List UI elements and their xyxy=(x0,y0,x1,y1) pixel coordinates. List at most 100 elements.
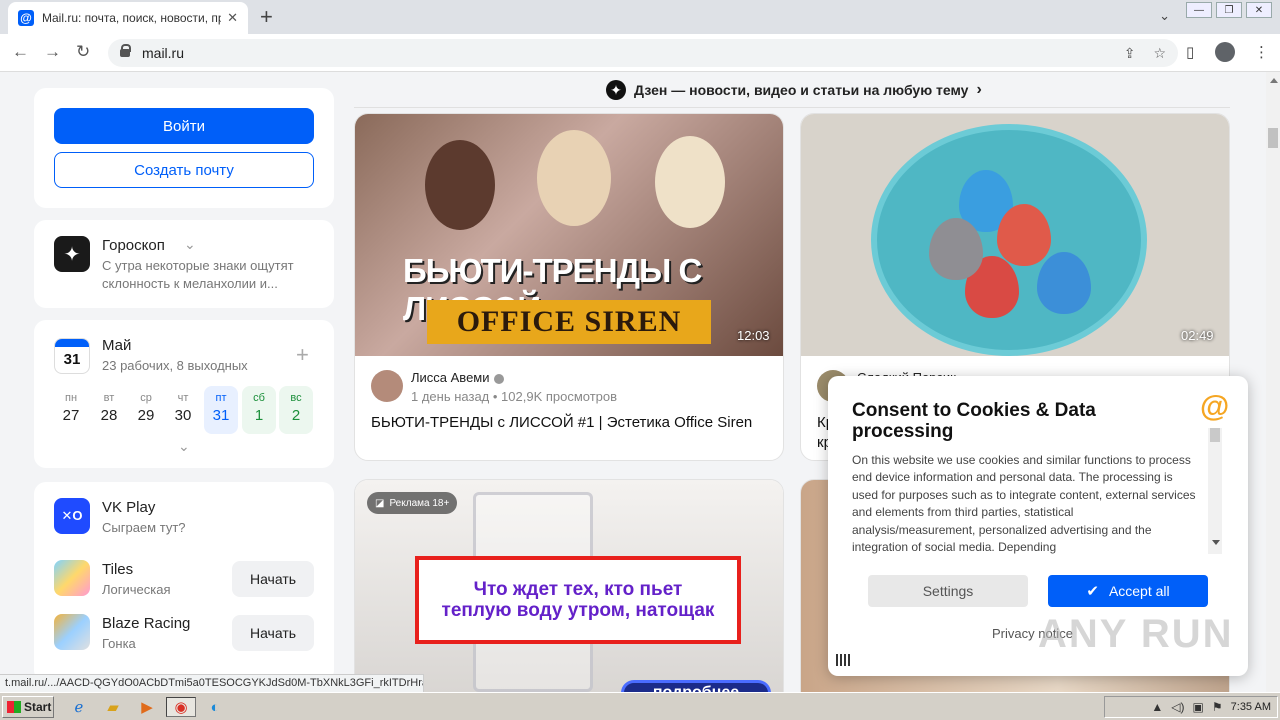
edge-icon[interactable]: ◐ xyxy=(204,697,226,717)
calendar-day-weekend[interactable]: сб 1 xyxy=(242,386,276,434)
consent-scrollbar[interactable] xyxy=(1208,428,1222,554)
video-thumbnail[interactable]: 02:49 xyxy=(801,114,1229,356)
dzen-header-link[interactable]: ✦ Дзен — новости, видео и статьи на любу… xyxy=(606,80,982,100)
url-text[interactable]: mail.ru xyxy=(142,45,1106,61)
calendar-day-today[interactable]: пт 31 xyxy=(204,386,238,434)
start-button[interactable]: Start xyxy=(2,696,54,718)
profile-icon[interactable] xyxy=(1215,42,1235,62)
dzen-logo-icon: ✦ xyxy=(606,80,626,100)
calendar-icon: 31 xyxy=(54,338,90,374)
blaze-racing-start-button[interactable]: Начать xyxy=(232,615,314,651)
chevron-down-icon[interactable]: ⌄ xyxy=(184,235,196,253)
feed-card-video[interactable]: БЬЮТИ-ТРЕНДЫ С ЛИССОЙ OFFICE SIREN 12:03… xyxy=(354,113,784,461)
calendar-day-weekend[interactable]: вс 2 xyxy=(279,386,313,434)
clock[interactable]: 7:35 AM xyxy=(1231,701,1271,713)
start-label: Start xyxy=(24,700,52,714)
at-sign-logo-icon: @ xyxy=(1200,390,1230,423)
calendar-day[interactable]: ср 29 xyxy=(129,386,163,434)
vkplay-title[interactable]: VK Play xyxy=(102,499,155,516)
restore-button[interactable]: ❐ xyxy=(1216,2,1242,18)
calendar-expand-chevron-icon[interactable]: ⌄ xyxy=(178,438,190,455)
anyrun-watermark: ANY RUN xyxy=(1038,612,1234,656)
create-mail-button[interactable]: Создать почту xyxy=(54,152,314,188)
add-event-plus-icon[interactable]: + xyxy=(296,342,309,368)
ad-headline-box[interactable]: Что ждет тех, кто пьет теплую воду утром… xyxy=(415,556,741,644)
new-tab-button[interactable]: + xyxy=(260,5,273,29)
settings-button[interactable]: Settings xyxy=(868,575,1028,607)
link-status-bubble: t.mail.ru/.../AACD-QGYdO0ACbDTmi5a0TESOC… xyxy=(0,674,424,692)
tiles-genre: Логическая xyxy=(102,582,171,597)
consent-title: Consent to Cookies & Data processing xyxy=(852,400,1096,442)
share-icon[interactable]: ⇪ xyxy=(1124,45,1136,62)
author-avatar[interactable] xyxy=(371,370,403,402)
tray-expand-icon[interactable]: ▲ xyxy=(1151,700,1163,714)
forward-icon[interactable]: → xyxy=(44,42,61,62)
scrollbar-thumb[interactable] xyxy=(1268,128,1278,148)
divider xyxy=(354,107,1230,108)
video-meta: 1 день назад • 102,9K просмотров xyxy=(411,389,618,404)
horoscope-card[interactable]: ✦ Гороскоп ⌄ С утра некоторые знаки ощут… xyxy=(34,220,334,308)
accept-all-label: Accept all xyxy=(1108,583,1170,599)
thumbnail-person-image xyxy=(537,130,611,226)
network-icon[interactable]: ▣ xyxy=(1193,700,1204,714)
close-window-button[interactable]: ✕ xyxy=(1246,2,1272,18)
ad-badge: ◪ Реклама 18+ xyxy=(367,492,458,514)
video-duration: 02:49 xyxy=(1181,328,1214,343)
scroll-down-arrow-icon[interactable] xyxy=(1212,540,1220,545)
thumbnail-banner: OFFICE SIREN xyxy=(427,300,711,344)
consent-text: On this website we use cookies and simil… xyxy=(852,453,1196,554)
minimize-button[interactable]: — xyxy=(1186,2,1212,18)
address-bar[interactable]: mail.ru ⇪ ☆ xyxy=(108,39,1178,67)
vkplay-subtitle: Сыграем тут? xyxy=(102,520,186,535)
browser-tab[interactable]: @ Mail.ru: почта, поиск, новости, пр ✕ xyxy=(8,2,248,34)
blaze-racing-game-icon[interactable] xyxy=(54,614,90,650)
menu-kebab-icon[interactable]: ⋮ xyxy=(1254,43,1269,61)
tab-search-icon[interactable]: ⌄ xyxy=(1159,8,1170,24)
calendar-card: 31 Май 23 рабочих, 8 выходных + пн 27 вт 2… xyxy=(34,320,334,468)
sparkle-icon: ✦ xyxy=(54,236,90,272)
accept-all-button[interactable]: ✔ Accept all xyxy=(1048,575,1208,607)
mailru-favicon-icon: @ xyxy=(18,10,34,26)
dzen-headline: Дзен — новости, видео и статьи на любую … xyxy=(634,82,969,98)
ad-card[interactable]: ◪ Реклама 18+ Что ждет тех, кто пьет теп… xyxy=(354,479,784,692)
video-thumbnail[interactable]: БЬЮТИ-ТРЕНДЫ С ЛИССОЙ OFFICE SIREN 12:03 xyxy=(355,114,783,356)
media-player-icon[interactable]: ▶ xyxy=(136,697,158,717)
calendar-day[interactable]: чт 30 xyxy=(166,386,200,434)
lock-icon[interactable] xyxy=(120,44,131,57)
video-title[interactable]: БЬЮТИ-ТРЕНДЫ с ЛИССОЙ #1 | Эстетика Offi… xyxy=(371,414,752,431)
page-scrollbar[interactable] xyxy=(1266,72,1280,692)
verified-icon xyxy=(493,373,504,384)
folder-icon[interactable]: ▰ xyxy=(102,697,124,717)
blaze-racing-title[interactable]: Blaze Racing xyxy=(102,615,190,632)
author-name-wrap[interactable]: Лисса Авеми xyxy=(411,370,504,385)
tiles-start-button[interactable]: Начать xyxy=(232,561,314,597)
volume-icon[interactable]: ◁) xyxy=(1171,700,1184,714)
calendar-day[interactable]: вт 28 xyxy=(92,386,126,434)
windows-logo-icon xyxy=(7,701,21,713)
tiles-game-icon[interactable] xyxy=(54,560,90,596)
consent-scrollbar-thumb[interactable] xyxy=(1210,428,1220,442)
close-tab-icon[interactable]: ✕ xyxy=(227,10,238,26)
calendar-icon-day: 31 xyxy=(63,351,81,368)
video-duration: 12:03 xyxy=(737,328,770,343)
login-button[interactable]: Войти xyxy=(54,108,314,144)
ad-more-button[interactable]: подробнее xyxy=(621,680,771,692)
chevron-right-icon: › xyxy=(976,81,982,98)
windows-taskbar: Start ℯ ▰ ▶ ◉ ◐ ▲ ◁) ▣ ⚑ 7:35 AM xyxy=(0,692,1280,720)
ad-line2: теплую воду утром, натощак xyxy=(441,600,715,621)
chrome-icon[interactable]: ◉ xyxy=(166,697,196,717)
calendar-summary: 23 рабочих, 8 выходных xyxy=(102,358,248,373)
internet-explorer-icon[interactable]: ℯ xyxy=(68,697,90,717)
thumbnail-person-image xyxy=(425,140,495,230)
bookmark-star-icon[interactable]: ☆ xyxy=(1153,45,1166,62)
tiles-title[interactable]: Tiles xyxy=(102,561,133,578)
flag-icon[interactable]: ⚑ xyxy=(1212,700,1223,714)
calendar-day[interactable]: пн 27 xyxy=(54,386,88,434)
scroll-up-arrow-icon[interactable] xyxy=(1270,78,1278,83)
back-icon[interactable]: ← xyxy=(12,42,29,62)
window-controls: — ❐ ✕ xyxy=(1186,2,1272,18)
system-tray: ▲ ◁) ▣ ⚑ 7:35 AM xyxy=(1104,696,1278,718)
reload-icon[interactable]: ↻ xyxy=(76,42,90,62)
side-panel-icon[interactable]: ▯ xyxy=(1186,43,1194,61)
games-card: ✕O VK Play Сыграем тут? Tiles Логическая… xyxy=(34,482,334,682)
